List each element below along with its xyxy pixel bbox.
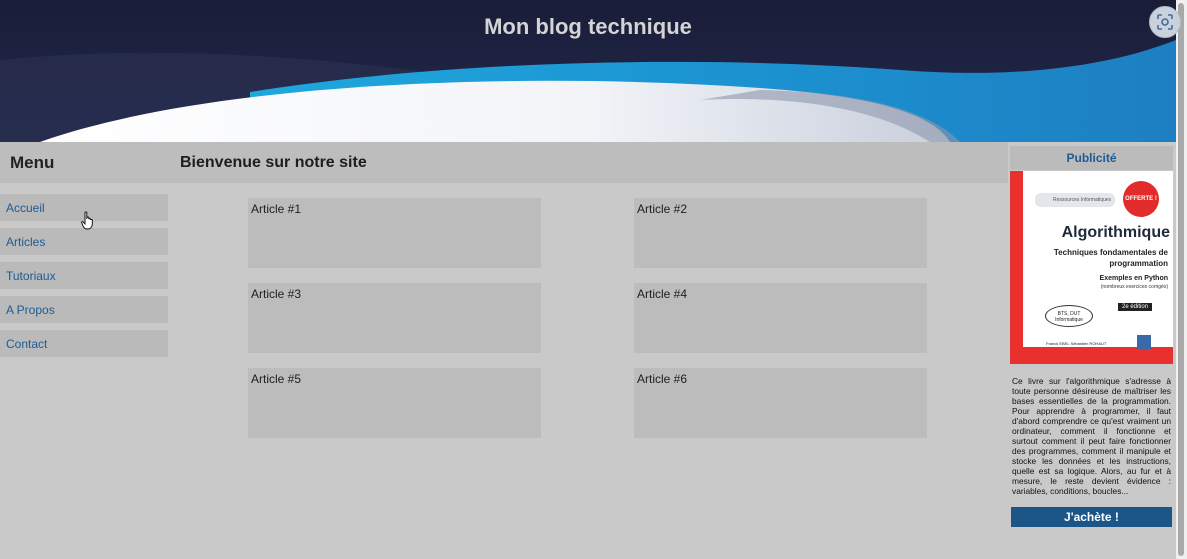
book-exercises: (nombreux exercices corrigés) xyxy=(1100,284,1168,290)
book-audience: BTS, DUT Informatique xyxy=(1045,305,1093,327)
main-content: Bienvenue sur notre site Article #1 Arti… xyxy=(168,142,1008,559)
page-title: Bienvenue sur notre site xyxy=(168,142,1008,183)
menu-title: Menu xyxy=(0,142,168,183)
book-authors: Franck EBEL Sébastien ROHAUT xyxy=(1046,341,1107,346)
book-collection-label: Ressources Informatiques xyxy=(1035,193,1115,207)
scrollbar-thumb[interactable] xyxy=(1178,3,1184,556)
article-card-2[interactable]: Article #2 xyxy=(634,198,927,268)
article-card-3[interactable]: Article #3 xyxy=(248,283,541,353)
sidebar-menu: Menu Accueil Articles Tutoriaux A Propos… xyxy=(0,142,168,559)
buy-button[interactable]: J'achète ! xyxy=(1011,507,1172,527)
sidebar-item-a-propos[interactable]: A Propos xyxy=(0,296,168,323)
ad-sidebar: Publicité Ressources Informatiques OFFER… xyxy=(1008,142,1176,559)
site-title: Mon blog technique xyxy=(484,14,692,39)
screenshot-capture-icon xyxy=(1157,14,1173,30)
article-card-5[interactable]: Article #5 xyxy=(248,368,541,438)
sidebar-item-articles[interactable]: Articles xyxy=(0,228,168,255)
sidebar-item-contact[interactable]: Contact xyxy=(0,330,168,357)
book-edition: 2e édition xyxy=(1118,303,1152,311)
ad-title: Publicité xyxy=(1010,146,1173,170)
article-card-1[interactable]: Article #1 xyxy=(248,198,541,268)
publisher-logo-icon xyxy=(1137,335,1151,349)
screenshot-capture-button[interactable] xyxy=(1149,6,1181,38)
article-card-6[interactable]: Article #6 xyxy=(634,368,927,438)
hand-pointer-icon xyxy=(81,211,93,230)
article-card-4[interactable]: Article #4 xyxy=(634,283,927,353)
page-scrollbar[interactable] xyxy=(1176,0,1187,559)
book-cover-red-footer xyxy=(1010,347,1173,364)
book-examples: Exemples en Python xyxy=(1099,275,1168,282)
book-cover-image[interactable]: Ressources Informatiques OFFERTE ! Algor… xyxy=(1010,171,1173,364)
book-offer-badge: OFFERTE ! xyxy=(1123,181,1159,217)
sidebar-item-tutoriaux[interactable]: Tutoriaux xyxy=(0,262,168,289)
ad-description: Ce livre sur l'algorithmique s'adresse à… xyxy=(1012,376,1171,496)
book-title: Algorithmique xyxy=(1061,224,1170,241)
book-subtitle: Techniques fondamentales de programmatio… xyxy=(1053,248,1168,268)
site-header: Mon blog technique xyxy=(0,0,1176,142)
